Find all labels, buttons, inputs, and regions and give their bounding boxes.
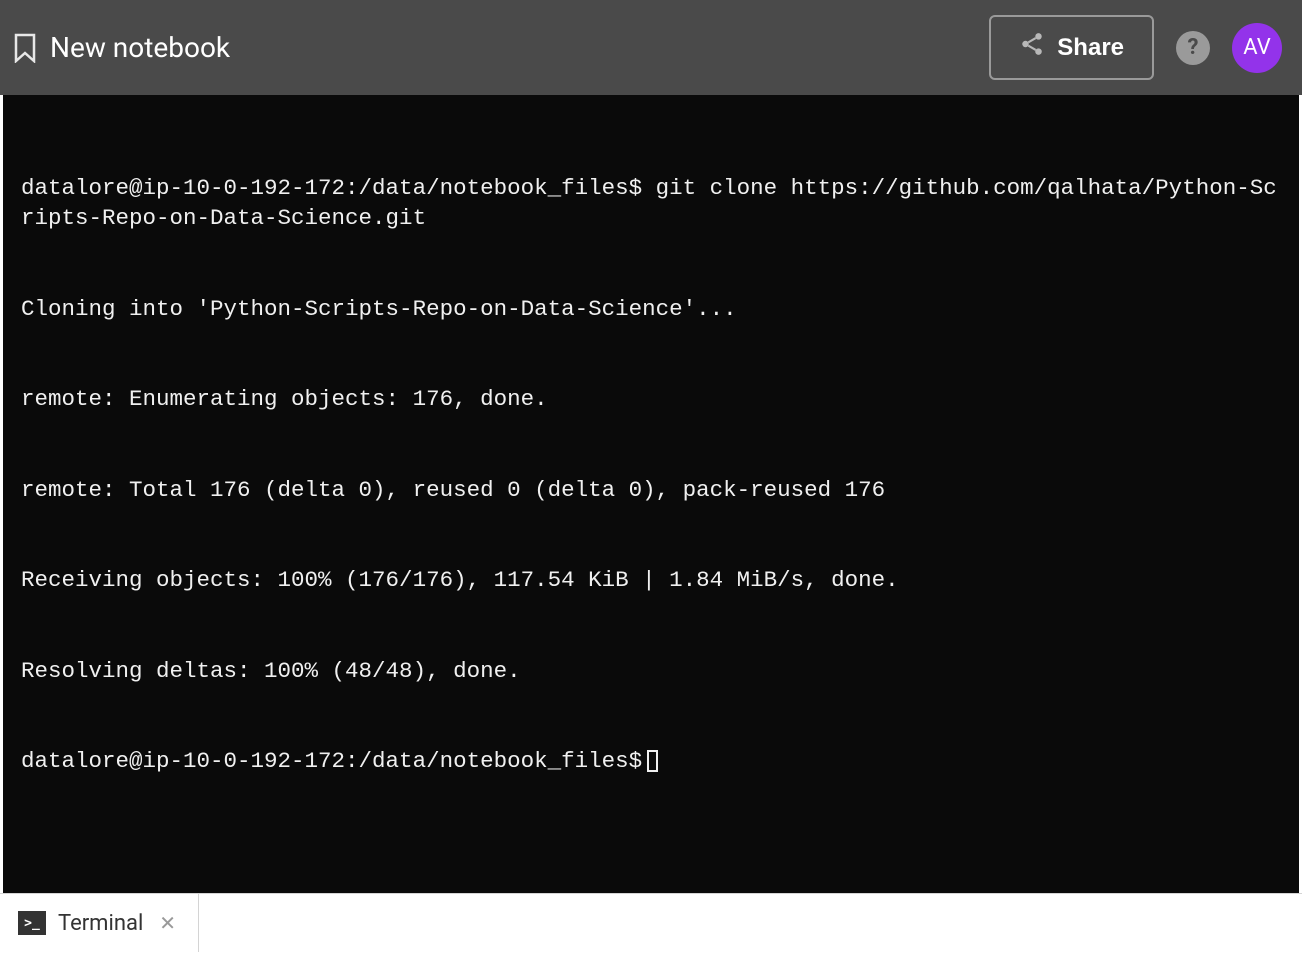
share-label: Share [1057,34,1124,62]
header-bar: New notebook Share ? AV [0,0,1302,95]
terminal-line: datalore@ip-10-0-192-172:/data/notebook_… [21,173,1281,233]
share-icon [1019,31,1045,64]
terminal-icon: >_ [18,911,46,935]
terminal-cursor [647,750,658,772]
share-button[interactable]: Share [989,15,1154,80]
close-icon[interactable]: ✕ [159,913,176,933]
terminal-line: remote: Total 176 (delta 0), reused 0 (d… [21,475,1281,505]
header-right: Share ? AV [989,15,1282,80]
terminal-output[interactable]: datalore@ip-10-0-192-172:/data/notebook_… [3,95,1299,893]
header-left: New notebook [10,31,230,64]
terminal-prompt-line: datalore@ip-10-0-192-172:/data/notebook_… [21,746,1281,776]
notebook-title[interactable]: New notebook [50,31,230,64]
terminal-prompt: datalore@ip-10-0-192-172:/data/notebook_… [21,748,642,774]
tab-terminal[interactable]: >_ Terminal ✕ [0,894,199,952]
tab-label: Terminal [58,911,143,936]
terminal-line: Cloning into 'Python-Scripts-Repo-on-Dat… [21,294,1281,324]
bookmark-icon[interactable] [12,32,38,64]
terminal-line: Receiving objects: 100% (176/176), 117.5… [21,565,1281,595]
footer-tab-bar: >_ Terminal ✕ [0,893,1302,952]
avatar[interactable]: AV [1232,23,1282,73]
terminal-line: Resolving deltas: 100% (48/48), done. [21,656,1281,686]
help-button[interactable]: ? [1176,31,1210,65]
terminal-line: remote: Enumerating objects: 176, done. [21,384,1281,414]
